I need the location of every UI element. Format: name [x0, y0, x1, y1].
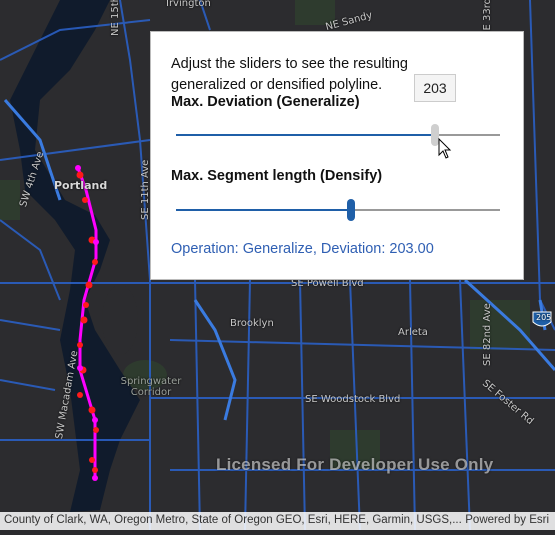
map-label: Irvington	[166, 0, 211, 9]
deviation-slider[interactable]	[176, 124, 500, 146]
map-label: SE Woodstock Blvd	[305, 394, 401, 405]
control-panel: Adjust the sliders to see the resulting …	[150, 31, 524, 280]
attribution-bar: County of Clark, WA, Oregon Metro, State…	[0, 512, 555, 530]
map-label: Springwater Corridor	[120, 376, 182, 398]
map-label: NE 15th Ave	[110, 0, 121, 36]
segment-length-slider-fill	[176, 209, 351, 211]
deviation-value-box: 203	[414, 74, 456, 102]
map-label: SE 82nd Ave	[482, 303, 493, 366]
map-label: Brooklyn	[230, 318, 274, 329]
highway-number: 205	[536, 313, 552, 322]
powered-by-link[interactable]: Powered by Esri	[465, 514, 549, 526]
segment-length-label: Max. Segment length (Densify)	[171, 168, 383, 184]
license-watermark: Licensed For Developer Use Only	[216, 455, 494, 474]
attribution-text: County of Clark, WA, Oregon Metro, State…	[4, 514, 462, 526]
deviation-slider-fill	[176, 134, 436, 136]
mouse-cursor-icon	[438, 138, 452, 159]
instructions-text: Adjust the sliders to see the resulting …	[171, 56, 408, 93]
operation-status-text: Operation: Generalize, Deviation: 203.00	[171, 241, 434, 257]
segment-length-slider-thumb[interactable]	[346, 199, 355, 221]
map-label: Arleta	[398, 327, 428, 338]
deviation-label: Max. Deviation (Generalize)	[171, 94, 360, 110]
city-label: Portland	[54, 179, 108, 192]
segment-length-slider[interactable]	[176, 199, 500, 221]
